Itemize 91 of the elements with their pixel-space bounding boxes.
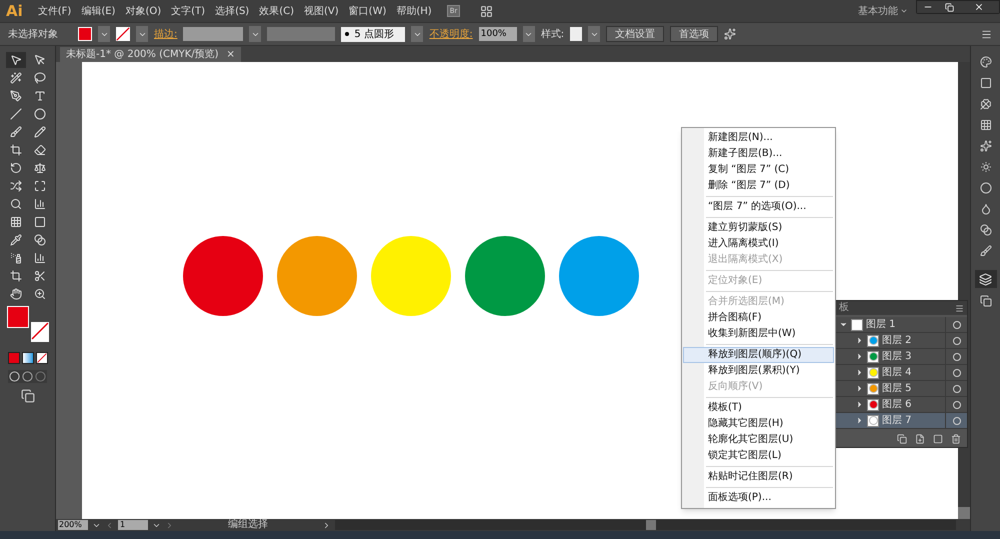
menu-item[interactable]: 视图(V)	[299, 4, 344, 18]
menu-item[interactable]: 复制 “图层 7” (C)	[683, 162, 834, 178]
stroke-label[interactable]: 描边:	[154, 26, 178, 42]
layer-row[interactable]: 图层 6	[836, 397, 967, 413]
stroke-color-swatch[interactable]	[30, 322, 48, 342]
layer-row[interactable]: 图层 2	[836, 333, 967, 349]
status-menu-icon[interactable]	[322, 520, 331, 530]
gradient-mode-icon[interactable]	[22, 352, 34, 364]
menu-item[interactable]: 释放到图层(累积)(Y)	[683, 363, 834, 379]
menu-item[interactable]: 建立剪切蒙版(S)	[683, 220, 834, 236]
fill-swatch[interactable]	[78, 27, 92, 41]
menu-item[interactable]: 对象(O)	[120, 4, 166, 18]
stroke-weight-field[interactable]	[183, 27, 244, 41]
first-artboard-icon[interactable]	[105, 520, 114, 530]
draw-normal-icon[interactable]	[9, 371, 20, 382]
none-mode-icon[interactable]	[36, 352, 48, 364]
draw-inside-icon[interactable]	[35, 371, 46, 382]
horizontal-scrollbar[interactable]	[335, 520, 956, 530]
style-swatch[interactable]	[570, 27, 582, 41]
variable-width-field[interactable]	[267, 27, 336, 41]
menu-item[interactable]: 释放到图层(顺序)(Q)	[683, 347, 834, 363]
arrange-documents-icon[interactable]	[480, 4, 494, 18]
menu-item[interactable]: 隐藏其它图层(H)	[683, 416, 834, 432]
layer-name: 图层 1	[866, 318, 896, 332]
layer-name: 图层 5	[882, 382, 912, 396]
menu-item[interactable]: 选择(S)	[210, 4, 254, 18]
document-tab[interactable]: 未标题-1* @ 200% (CMYK/预览) ×	[60, 47, 241, 62]
layer-name: 图层 7	[882, 414, 912, 428]
menu-item[interactable]: 删除 “图层 7” (D)	[683, 178, 834, 194]
artboard-field[interactable]: 1	[118, 520, 148, 530]
new-layer-icon[interactable]	[933, 434, 943, 444]
menu-item[interactable]: 锁定其它图层(L)	[683, 448, 834, 464]
panel-menu-icon[interactable]	[955, 304, 964, 312]
menu-item[interactable]: 新建子图层(B)...	[683, 146, 834, 162]
layers-icon[interactable]	[974, 270, 996, 288]
layer-row[interactable]: 图层 4	[836, 365, 967, 381]
menu-item[interactable]: 文件(F)	[32, 4, 76, 18]
current-tool-status: 编组选择	[227, 519, 269, 531]
menu-item[interactable]: 进入隔离模式(I)	[683, 236, 834, 252]
menu-item[interactable]: 拼合图稿(F)	[683, 310, 834, 326]
style-label: 样式:	[540, 28, 564, 42]
layer-name: 图层 2	[882, 334, 912, 348]
app-logo: Ai	[6, 0, 23, 22]
layer-row[interactable]: 图层 3	[836, 349, 967, 365]
screen-mode-icon[interactable]	[20, 389, 34, 403]
isolate-icon[interactable]	[724, 28, 736, 40]
make-clipping-mask-icon[interactable]	[897, 434, 907, 444]
layer-name: 图层 4	[882, 366, 912, 380]
panel-menu-icon[interactable]	[981, 28, 992, 40]
collapse-triangle-icon[interactable]	[839, 320, 848, 329]
menu-item[interactable]: 帮助(H)	[391, 4, 437, 18]
tab-close-button[interactable]: ×	[226, 47, 235, 62]
menu-item[interactable]: 轮廓化其它图层(U)	[683, 432, 834, 448]
toolbar-button[interactable]: 文档设置	[606, 26, 664, 42]
menu-item[interactable]: 粘贴时记住图层(R)	[683, 469, 834, 485]
menu-item[interactable]: 效果(C)	[254, 4, 300, 18]
zoom-field[interactable]: 200%	[58, 520, 88, 530]
menu-item[interactable]: 新建图层(N)...	[683, 130, 834, 146]
selection-status: 未选择对象	[8, 28, 59, 42]
close-icon[interactable]	[974, 2, 984, 12]
trash-icon[interactable]	[951, 434, 961, 444]
minimize-button[interactable]	[917, 1, 939, 13]
layer-thumbnail	[851, 318, 863, 330]
opacity-field[interactable]: 100%	[478, 27, 517, 41]
next-artboard-icon[interactable]	[165, 520, 174, 530]
close-button[interactable]	[959, 1, 999, 13]
fill-color-swatch[interactable]	[6, 306, 28, 328]
document-title: 未标题-1* @ 200% (CMYK/预览)	[66, 48, 219, 62]
menu-item[interactable]: 窗口(W)	[344, 4, 392, 18]
menu-item[interactable]: 编辑(E)	[76, 4, 120, 18]
menu-item[interactable]: “图层 7” 的选项(O)...	[683, 199, 834, 215]
draw-behind-icon[interactable]	[22, 371, 33, 382]
layer-name: 图层 6	[882, 398, 912, 412]
opacity-label[interactable]: 不透明度:	[429, 26, 473, 42]
menu-item[interactable]: 面板选项(P)...	[683, 490, 834, 506]
menu-item[interactable]: 模板(T)	[683, 400, 834, 416]
brush-field[interactable]: 5 点圆形	[341, 26, 406, 42]
selection-tool-icon[interactable]	[6, 52, 26, 68]
layer-name: 图层 3	[882, 350, 912, 364]
panel-tab[interactable]: 板	[839, 303, 849, 313]
layer-row[interactable]: 图层 7	[836, 413, 967, 429]
stroke-swatch[interactable]	[116, 27, 130, 41]
new-sublayer-icon[interactable]	[915, 434, 925, 444]
menu-item[interactable]: 文字(T)	[166, 4, 210, 18]
toolbar-button[interactable]: 首选项	[670, 26, 718, 42]
menu-item[interactable]: 收集到新图层中(W)	[683, 326, 834, 342]
restore-icon[interactable]	[944, 2, 954, 12]
workspace-switcher[interactable]: 基本功能	[858, 4, 898, 18]
layer-row[interactable]: 图层 1	[836, 317, 967, 333]
layer-row[interactable]: 图层 5	[836, 381, 967, 397]
color-mode-icon[interactable]	[8, 352, 20, 364]
